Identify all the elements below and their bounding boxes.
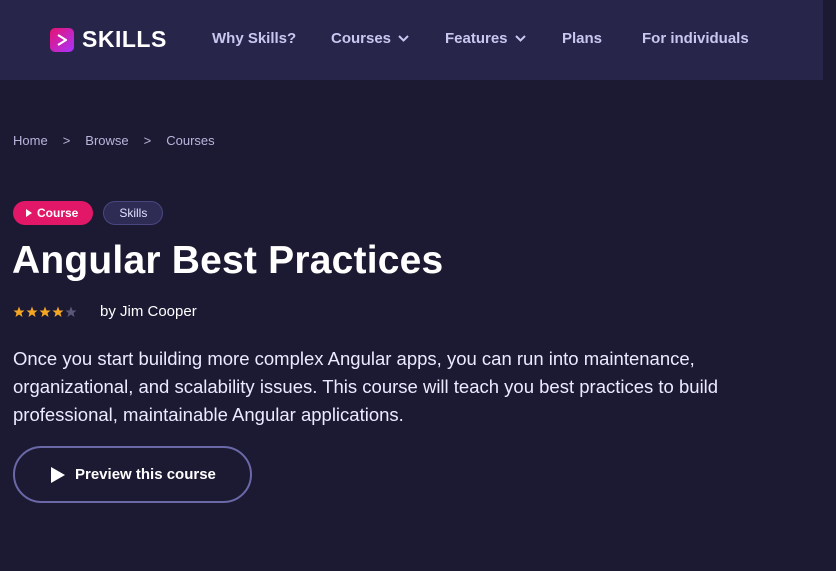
course-badges: Course Skills [13, 201, 164, 225]
star-filled-icon [52, 306, 64, 317]
top-navigation-bar: SKILLS Why Skills? Courses Features Plan… [0, 0, 823, 80]
chevron-down-icon [514, 35, 526, 42]
course-description: Once you start building more complex Ang… [13, 348, 719, 425]
breadcrumb-home[interactable]: Home [13, 133, 48, 148]
breadcrumb: Home > Browse > Courses [13, 133, 215, 148]
nav-item-label: Courses [331, 30, 392, 47]
play-logo-icon [50, 27, 74, 52]
nav-item-label: For individuals [642, 30, 749, 47]
chevron-down-icon [398, 35, 409, 42]
breadcrumb-courses[interactable]: Courses [166, 133, 214, 148]
breadcrumb-browse[interactable]: Browse [85, 133, 128, 148]
nav-item-for-individuals[interactable]: For individuals [642, 30, 749, 47]
nav-item-label: Features [445, 30, 508, 47]
breadcrumb-separator: > [143, 133, 152, 148]
rating-row: by Jim Cooper [13, 303, 197, 320]
skills-badge: Skills [103, 201, 164, 225]
course-author: by Jim Cooper [100, 303, 197, 320]
breadcrumb-separator: > [62, 133, 71, 148]
course-type-label: Course [37, 206, 79, 220]
nav-item-why-skills[interactable]: Why Skills? [212, 30, 296, 47]
star-filled-icon [13, 306, 25, 317]
play-icon [51, 466, 65, 483]
course-title: Angular Best Practices [12, 239, 444, 282]
nav-item-label: Why Skills? [212, 30, 297, 47]
skills-logo[interactable]: SKILLS [50, 26, 167, 53]
star-filled-icon [26, 306, 38, 317]
nav-item-label: Plans [562, 30, 603, 47]
nav-item-features[interactable]: Features [445, 30, 526, 47]
nav-item-courses[interactable]: Courses [331, 30, 409, 47]
preview-course-label: Preview this course [75, 466, 216, 483]
logo-text: SKILLS [82, 26, 167, 52]
star-filled-icon [39, 306, 51, 317]
star-empty-icon [65, 306, 77, 317]
course-type-badge: Course [13, 201, 94, 225]
preview-course-button[interactable]: Preview this course [13, 446, 252, 503]
nav-item-plans[interactable]: Plans [562, 30, 602, 47]
star-rating [13, 306, 77, 318]
play-triangle-icon [26, 209, 32, 217]
